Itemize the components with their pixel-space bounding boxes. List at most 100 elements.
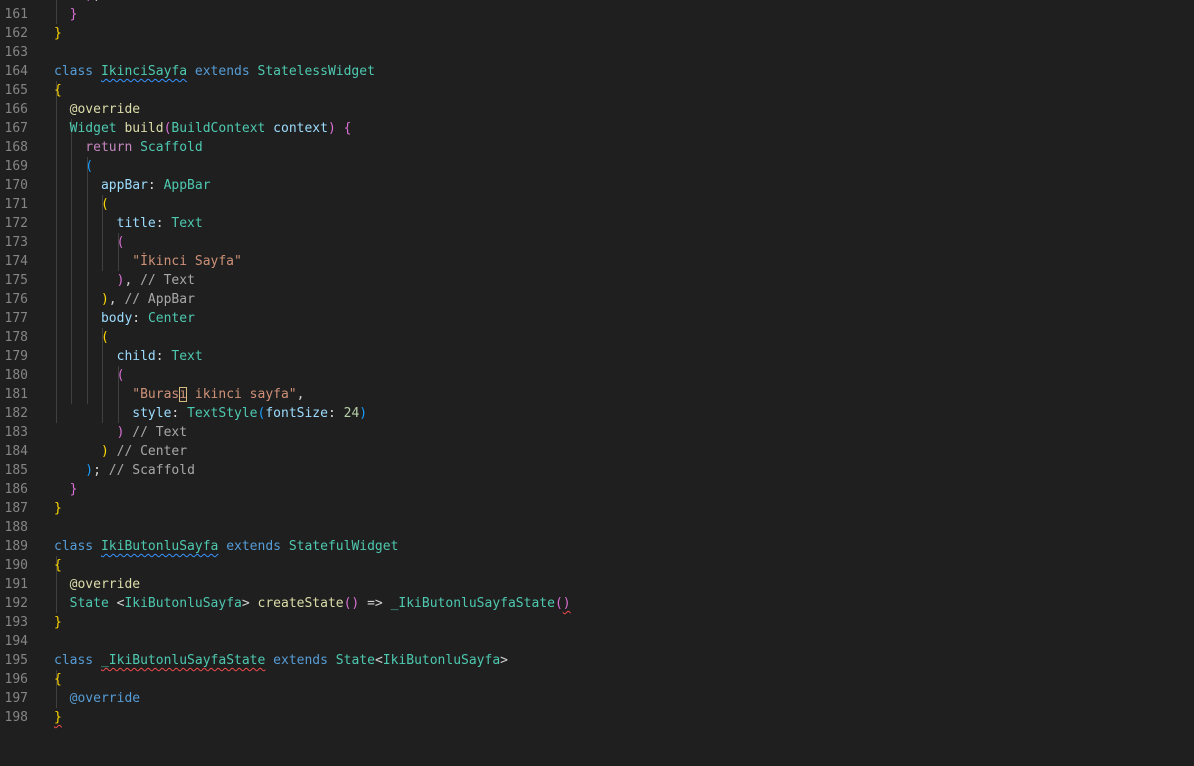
code-token: ; [93,463,109,478]
code-line[interactable]: 186 } [0,480,1194,499]
line-number: 190 [4,558,28,573]
code-text[interactable]: ( [54,366,125,385]
code-line[interactable]: 164 class IkinciSayfa extends StatelessWi… [0,62,1194,81]
code-line[interactable]: 191 @override [0,575,1194,594]
code-text[interactable]: class IkiButonluSayfa extends StatefulWi… [54,537,398,556]
code-text[interactable]: State <IkiButonluSayfa> createState() =>… [54,594,571,613]
code-line[interactable]: 169 ( [0,157,1194,176]
code-text[interactable]: @override [54,100,140,119]
code-line[interactable]: 175 ), // Text [0,271,1194,290]
code-text[interactable]: ) // Center [54,442,187,461]
code-line[interactable]: 163 [0,43,1194,62]
line-number: 163 [4,45,28,60]
code-token: , [108,292,125,307]
code-line[interactable]: 180 ( [0,366,1194,385]
code-line[interactable]: 193} [0,613,1194,632]
code-text[interactable]: appBar: AppBar [54,176,211,195]
code-line[interactable]: 168 return Scaffold [0,138,1194,157]
code-editor[interactable]: 160 ); // Scaffold161 }162}163164class I… [0,0,1194,766]
line-number: 192 [4,596,28,611]
line-number: 195 [4,653,28,668]
line-number: 173 [4,235,28,250]
code-text[interactable]: } [54,499,62,518]
code-text[interactable]: class IkinciSayfa extends StatelessWidge… [54,62,375,81]
code-text[interactable]: "Burası ikinci sayfa", [54,385,304,404]
line-number: 181 [4,387,28,402]
code-line[interactable]: 192 State <IkiButonluSayfa> createState(… [0,594,1194,613]
code-line[interactable]: 174 "İkinci Sayfa" [0,252,1194,271]
code-token: ) [327,121,336,136]
code-line[interactable]: 162} [0,24,1194,43]
code-text[interactable]: ); // Scaffold [54,461,195,480]
code-token: Text [171,349,203,364]
code-text[interactable]: ) // Text [54,423,187,442]
code-line[interactable]: 187} [0,499,1194,518]
code-text[interactable]: { [54,670,62,689]
code-line[interactable]: 166 @override [0,100,1194,119]
code-line[interactable]: 161 } [0,5,1194,24]
code-line[interactable]: 188 [0,518,1194,537]
code-text[interactable]: } [54,613,62,632]
code-text[interactable]: ( [54,233,125,252]
code-line[interactable]: 190 { [0,556,1194,575]
code-line[interactable]: 177 body: Center [0,309,1194,328]
code-text[interactable]: child: Text [54,347,203,366]
code-token: { [54,558,62,573]
code-line[interactable]: 179 child: Text [0,347,1194,366]
code-line[interactable]: 176 ), // AppBar [0,290,1194,309]
code-line[interactable]: 196 { [0,670,1194,689]
code-token: // Scaffold [108,463,195,478]
code-line[interactable]: 170 appBar: AppBar [0,176,1194,195]
code-line[interactable]: 189 class IkiButonluSayfa extends Statefu… [0,537,1194,556]
code-token: ( [54,235,125,250]
code-line[interactable]: 194 [0,632,1194,651]
code-token: body [54,311,133,326]
code-text[interactable]: } [54,480,78,499]
code-text[interactable]: ( [54,328,109,347]
code-text[interactable]: @override [54,689,140,708]
code-text[interactable]: ), // Text [54,271,195,290]
code-line[interactable]: 171 ( [0,195,1194,214]
code-line[interactable]: 185 ); // Scaffold [0,461,1194,480]
code-line[interactable]: 195 class _IkiButonluSayfaState extends S… [0,651,1194,670]
code-token: { [54,83,62,98]
code-token: StatelessWidget [257,64,375,79]
code-text[interactable]: { [54,556,62,575]
code-token: createState [257,596,344,611]
code-line[interactable]: 167 Widget build(BuildContext context) { [0,119,1194,138]
code-token: // AppBar [124,292,195,307]
code-text[interactable]: } [54,5,78,24]
code-text[interactable]: Widget build(BuildContext context) { [54,119,352,138]
code-text[interactable]: @override [54,575,140,594]
code-text[interactable]: body: Center [54,309,195,328]
code-text[interactable]: { [54,81,62,100]
code-line[interactable]: 184 ) // Center [0,442,1194,461]
code-text[interactable]: return Scaffold [54,138,202,157]
code-line[interactable]: 178 ( [0,328,1194,347]
code-line[interactable]: 197 @override [0,689,1194,708]
code-text[interactable]: ), // AppBar [54,290,195,309]
code-token: IkiButonluSayfa [124,596,242,611]
code-line[interactable]: 181 "Burası ikinci sayfa", [0,385,1194,404]
code-token: } [54,482,78,497]
code-text[interactable]: ( [54,195,109,214]
line-number: 187 [4,501,28,516]
line-number: 172 [4,216,28,231]
code-text[interactable]: class _IkiButonluSayfaState extends Stat… [54,651,508,670]
code-text[interactable]: "İkinci Sayfa" [54,252,242,271]
code-text[interactable]: title: Text [54,214,203,233]
code-text[interactable]: style: TextStyle(fontSize: 24) [54,404,367,423]
code-text[interactable]: } [54,708,62,727]
code-line[interactable]: 172 title: Text [0,214,1194,233]
code-line[interactable]: 183 ) // Text [0,423,1194,442]
code-text[interactable]: ( [54,157,93,176]
code-line[interactable]: 182 style: TextStyle(fontSize: 24) [0,404,1194,423]
code-token: extends [265,653,336,668]
code-token: { [54,672,62,687]
code-token: ( [54,330,109,345]
code-line[interactable]: 198} [0,708,1194,727]
code-line[interactable]: 173 ( [0,233,1194,252]
code-line[interactable]: 165 { [0,81,1194,100]
code-text[interactable]: } [54,24,62,43]
